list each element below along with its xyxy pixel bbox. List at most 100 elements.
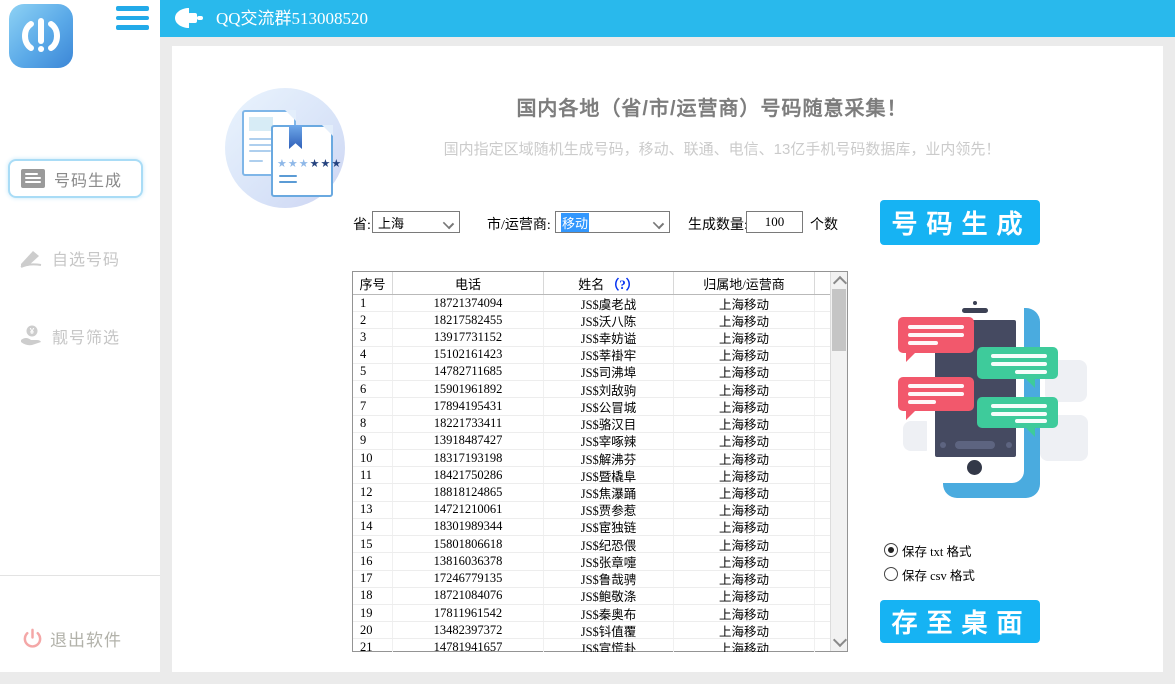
main-panel: ★★★★★★ 国内各地（省/市/运营商）号码随意采集！ 国内指定区域随机生成号码… xyxy=(172,46,1163,672)
table-cell: 15801806618 xyxy=(393,536,544,552)
app-window: 号码生成 自选号码 ¥ 靓号筛选 退出软件 xyxy=(0,0,1175,684)
sidebar-item-premium-filter[interactable]: ¥ 靓号筛选 xyxy=(8,318,139,353)
table-row[interactable]: 1418301989344JS$宦独链上海移动 xyxy=(353,519,847,536)
table-row[interactable]: 1917811961542JS$秦奥布上海移动 xyxy=(353,605,847,622)
table-cell: JS$钭值覆 xyxy=(544,622,674,638)
app-logo-icon xyxy=(9,4,73,68)
phone-speaker-graphic xyxy=(962,308,988,313)
table-cell: 上海移动 xyxy=(674,553,815,569)
radio-icon[interactable] xyxy=(884,543,898,557)
table-scrollbar[interactable] xyxy=(830,272,847,651)
table-row[interactable]: 1717246779135JS$鲁哉骋上海移动 xyxy=(353,571,847,588)
table-row[interactable]: 218217582455JS$沃八陈上海移动 xyxy=(353,312,847,329)
table-cell: 13917731152 xyxy=(393,329,544,345)
announcement-bar: QQ交流群513008520 xyxy=(160,0,1175,37)
table-cell: 13816036378 xyxy=(393,553,544,569)
scroll-up-icon[interactable] xyxy=(833,276,847,290)
table-cell: 20 xyxy=(353,622,393,638)
table-cell: JS$沃八陈 xyxy=(544,312,674,328)
generate-numbers-button[interactable]: 号码生成 xyxy=(880,200,1040,245)
table-cell: 17894195431 xyxy=(393,398,544,414)
table-row[interactable]: 913918487427JS$宰啄辣上海移动 xyxy=(353,433,847,450)
header-phone: 电话 xyxy=(393,272,544,294)
table-row[interactable]: 1613816036378JS$张章嚏上海移动 xyxy=(353,553,847,570)
table-cell: 上海移动 xyxy=(674,433,815,449)
sidebar-item-label: 靓号筛选 xyxy=(52,324,120,348)
sidebar-item-number-generate[interactable]: 号码生成 xyxy=(8,159,143,198)
table-cell: 2 xyxy=(353,312,393,328)
table-cell: 12 xyxy=(353,484,393,500)
table-row[interactable]: 1515801806618JS$纪恐偎上海移动 xyxy=(353,536,847,553)
save-option[interactable]: 保存 csv 格式 xyxy=(884,562,975,586)
table-cell: 13 xyxy=(353,502,393,518)
table-cell: 18721084076 xyxy=(393,588,544,604)
scroll-down-icon[interactable] xyxy=(833,633,847,647)
power-icon xyxy=(22,628,43,649)
chevron-down-icon xyxy=(443,218,454,229)
table-row[interactable]: 717894195431JS$公冒城上海移动 xyxy=(353,398,847,415)
sidebar-item-label: 自选号码 xyxy=(52,246,120,270)
table-cell: 15 xyxy=(353,536,393,552)
table-cell: 18721374094 xyxy=(393,295,544,311)
city-carrier-label: 市/运营商: xyxy=(487,214,551,234)
table-row[interactable]: 514782711685JS$司沸埠上海移动 xyxy=(353,364,847,381)
count-input[interactable] xyxy=(746,211,803,233)
table-cell: JS$宣慌卦 xyxy=(544,639,674,652)
table-cell: JS$张章嚏 xyxy=(544,553,674,569)
table-cell: 上海移动 xyxy=(674,295,815,311)
table-cell: JS$幸妨谥 xyxy=(544,329,674,345)
table-cell: 18818124865 xyxy=(393,484,544,500)
province-select[interactable]: 上海 xyxy=(372,211,460,233)
table-cell: 14 xyxy=(353,519,393,535)
hamburger-menu-icon[interactable] xyxy=(116,6,149,30)
table-row[interactable]: 1818721084076JS$鲍敬涤上海移动 xyxy=(353,588,847,605)
table-row[interactable]: 415102161423JS$莘褂牢上海移动 xyxy=(353,347,847,364)
table-cell: 17 xyxy=(353,571,393,587)
table-row[interactable]: 2013482397372JS$钭值覆上海移动 xyxy=(353,622,847,639)
table-cell: JS$贾参惹 xyxy=(544,502,674,518)
table-row[interactable]: 1218818124865JS$焦瀑踊上海移动 xyxy=(353,484,847,501)
results-table: 序号 电话 姓名（?） 归属地/运营商 118721374094JS$虞老战上海… xyxy=(352,271,848,652)
table-cell: 18221733411 xyxy=(393,416,544,432)
table-cell: JS$鲁哉骋 xyxy=(544,571,674,587)
count-unit-label: 个数 xyxy=(810,214,838,234)
table-row[interactable]: 615901961892JS$刘敌驹上海移动 xyxy=(353,381,847,398)
document-list-icon xyxy=(21,169,45,188)
sidebar-item-custom-number[interactable]: 自选号码 xyxy=(8,240,139,275)
radio-icon[interactable] xyxy=(884,567,898,581)
table-cell: 上海移动 xyxy=(674,416,815,432)
table-row[interactable]: 1018317193198JS$解沸芬上海移动 xyxy=(353,450,847,467)
table-cell: JS$骆汉目 xyxy=(544,416,674,432)
qq-group-announcement: QQ交流群513008520 xyxy=(216,0,368,37)
table-cell: 上海移动 xyxy=(674,519,815,535)
table-cell: 15901961892 xyxy=(393,381,544,397)
header-serial: 序号 xyxy=(353,272,393,294)
table-cell: 7 xyxy=(353,398,393,414)
table-row[interactable]: 118721374094JS$虞老战上海移动 xyxy=(353,295,847,312)
table-cell: 8 xyxy=(353,416,393,432)
exit-app-button[interactable]: 退出软件 xyxy=(22,622,122,654)
header-name: 姓名（?） xyxy=(544,272,674,294)
table-cell: 上海移动 xyxy=(674,312,815,328)
save-to-desktop-button[interactable]: 存至桌面 xyxy=(880,600,1040,643)
table-cell: 1 xyxy=(353,295,393,311)
table-cell: 上海移动 xyxy=(674,639,815,652)
stars-decoration: ★★★★★★ xyxy=(277,157,342,170)
bookmark-ribbon-icon xyxy=(289,125,302,149)
phone-chat-illustration xyxy=(867,281,1147,526)
city-carrier-select[interactable]: 移动 xyxy=(555,211,670,233)
table-row[interactable]: 2114781941657JS$宣慌卦上海移动 xyxy=(353,639,847,652)
scrollbar-thumb[interactable] xyxy=(832,289,846,351)
table-cell: 上海移动 xyxy=(674,347,815,363)
table-cell: 17246779135 xyxy=(393,571,544,587)
table-row[interactable]: 1314721210061JS$贾参惹上海移动 xyxy=(353,502,847,519)
city-carrier-value: 移动 xyxy=(561,213,589,232)
table-cell: JS$秦奥布 xyxy=(544,605,674,621)
name-help-hint[interactable]: （?） xyxy=(606,274,639,293)
table-row[interactable]: 313917731152JS$幸妨谥上海移动 xyxy=(353,329,847,346)
table-cell: 上海移动 xyxy=(674,467,815,483)
table-cell: 上海移动 xyxy=(674,450,815,466)
table-row[interactable]: 818221733411JS$骆汉目上海移动 xyxy=(353,416,847,433)
save-option[interactable]: 保存 txt 格式 xyxy=(884,538,975,562)
table-row[interactable]: 1118421750286JS$暨橇阜上海移动 xyxy=(353,467,847,484)
